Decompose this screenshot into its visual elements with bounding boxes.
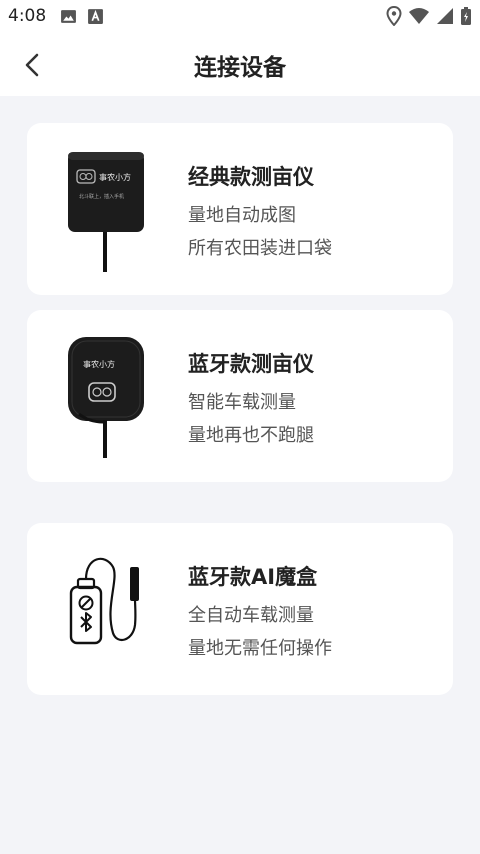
location-icon (386, 6, 402, 26)
classic-brand-text: 事农小方 (99, 172, 131, 182)
app-notification-icon (88, 9, 103, 24)
device-description-1: 全自动车载测量 (188, 605, 314, 626)
device-card-bluetooth[interactable]: 事农小方 蓝牙款测亩仪 智能车载测量 量地再也不跑腿 (27, 310, 453, 482)
device-description-2: 所有农田装进口袋 (188, 238, 332, 259)
device-name: 蓝牙款测亩仪 (188, 352, 314, 376)
header: 连接设备 (0, 34, 480, 96)
device-card-classic[interactable]: 事农小方 北斗联上，插入手机 经典款测亩仪 量地自动成图 所有农田装进口袋 (27, 123, 453, 295)
device-description-1: 量地自动成图 (188, 205, 296, 226)
device-name: 经典款测亩仪 (188, 165, 314, 189)
status-bar: 4:08 (0, 0, 480, 34)
classic-device-image: 事农小方 北斗联上，插入手机 (68, 152, 144, 272)
cellular-signal-icon (437, 8, 453, 24)
page-title: 连接设备 (194, 55, 286, 81)
image-notification-icon (61, 10, 76, 23)
classic-sub-text: 北斗联上，插入手机 (79, 193, 124, 200)
bluetooth-brand-text: 事农小方 (83, 359, 115, 369)
device-description-2: 量地无需任何操作 (188, 638, 332, 659)
status-time: 4:08 (8, 6, 47, 26)
ai-box-bluetooth-device-icon (69, 557, 139, 645)
device-name: 蓝牙款AI魔盒 (188, 565, 318, 589)
device-description-2: 量地再也不跑腿 (188, 425, 314, 446)
bluetooth-device-image: 事农小方 (68, 337, 144, 458)
battery-charging-icon (461, 7, 471, 25)
device-description-1: 智能车载测量 (188, 392, 296, 413)
wifi-icon (409, 8, 429, 24)
device-card-ai-box[interactable]: 蓝牙款AI魔盒 全自动车载测量 量地无需任何操作 (27, 523, 453, 695)
